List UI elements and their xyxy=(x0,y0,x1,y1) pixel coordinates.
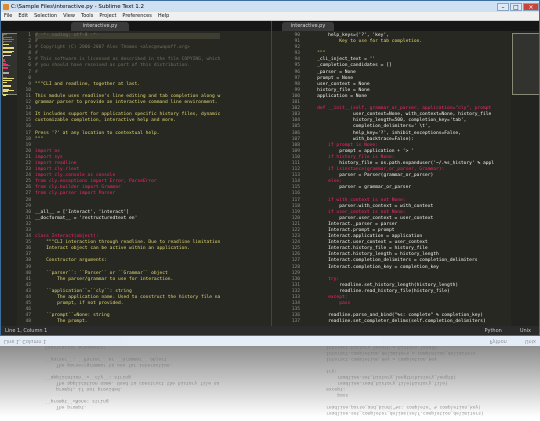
minimap-line xyxy=(3,79,13,81)
code-line[interactable]: readline.set_completer_delims(self.compl… xyxy=(306,319,494,325)
menu-file[interactable]: File xyxy=(1,13,15,19)
right-tab-strip: interactive.py xyxy=(272,21,539,31)
right-pane: interactive.py 90 91 92 93 94 95 96 97 98 99 100 10… xyxy=(272,21,539,326)
reflected-code: The prompt. ``prompt``=None: string prom… xyxy=(0,346,540,421)
close-button[interactable]: × xyxy=(523,2,539,11)
left-code-area[interactable]: # -*- coding: utf-8 -*- # # Copyright (C) … xyxy=(35,33,221,326)
status-bar: Line 1, Column 1 Python Unix xyxy=(1,326,539,335)
menu-preferences[interactable]: Preferences xyxy=(119,13,154,19)
left-pane: interactive.py 1 2 3 4 5 6 7 8 9 10 11 12 13 14 15 16 17… xyxy=(1,21,272,326)
left-line-gutter: 1 2 3 4 5 6 7 8 9 10 11 12 13 14 15 16 17 18 19 20 21 22 23 24 2… xyxy=(17,31,33,326)
cursor-position: Line 1, Column 1 xyxy=(5,327,48,334)
reflected-syntax: Python xyxy=(489,338,507,344)
right-minimap-viewport[interactable] xyxy=(512,33,539,95)
reflected-line-endings: Unix xyxy=(524,338,536,344)
left-tab-strip: interactive.py xyxy=(1,21,271,31)
reflected-right-code: readline.set_completer_delims(self.compl… xyxy=(326,346,484,415)
maximize-button[interactable]: □ xyxy=(510,2,522,11)
code-line[interactable]: The prompt. xyxy=(35,319,220,325)
app-icon xyxy=(3,3,9,10)
minimize-button[interactable]: – xyxy=(497,2,509,11)
menu-edit[interactable]: Edit xyxy=(15,13,31,19)
menu-help[interactable]: Help xyxy=(155,13,172,19)
minimap-line xyxy=(3,48,14,50)
minimap-line xyxy=(3,82,8,84)
code-line[interactable]: grammar parser to provide an interactive… xyxy=(35,100,220,106)
minimap-line xyxy=(3,95,7,97)
editor-panes: interactive.py 1 2 3 4 5 6 7 8 9 10 11 12 13 14 15 16 17… xyxy=(1,21,539,326)
minimap-line xyxy=(3,67,8,69)
reflected-status-bar: Line 1, Column 1 Python Unix xyxy=(0,336,540,346)
minimap-line xyxy=(3,86,12,87)
minimap-line xyxy=(3,52,12,54)
window-controls: – □ × xyxy=(496,2,539,11)
line-number: 137 xyxy=(291,319,300,325)
syntax-selector[interactable]: Python xyxy=(484,328,501,334)
minimap-line xyxy=(3,36,13,38)
reflected-left-code: The prompt. ``prompt``=None: string prom… xyxy=(45,346,220,409)
menu-tools[interactable]: Tools xyxy=(78,13,96,19)
minimap-line xyxy=(3,40,13,42)
minimap-line xyxy=(3,34,7,35)
menu-view[interactable]: View xyxy=(60,13,78,19)
menu-bar: File Edit Selection View Tools Project P… xyxy=(1,12,539,21)
minimap-line xyxy=(3,91,9,93)
tab-interactive-left[interactable]: interactive.py xyxy=(71,22,129,31)
window-title: C:\Sample Files\interactive.py - Sublime… xyxy=(11,3,144,10)
line-number: 48 xyxy=(25,319,31,325)
line-endings-selector[interactable]: Unix xyxy=(520,328,531,334)
left-minimap[interactable] xyxy=(1,31,18,326)
menu-project[interactable]: Project xyxy=(96,13,119,19)
reflected-cursor-position: Line 1, Column 1 xyxy=(4,338,47,344)
right-code-area[interactable]: help_keys=('?', 'key', Key to use for ta… xyxy=(306,33,494,326)
title-bar: C:\Sample Files\interactive.py - Sublime… xyxy=(1,1,539,12)
right-minimap[interactable] xyxy=(511,31,539,326)
code-line[interactable]: Interact.completion_delimiters = complet… xyxy=(306,258,494,264)
window-reflection: Line 1, Column 1 Python Unix The prompt.… xyxy=(0,336,540,421)
minimap-line xyxy=(3,73,10,74)
minimap-line xyxy=(3,44,10,46)
right-line-gutter: 90 91 92 93 94 95 96 97 98 99 100 101 102 103 104 105 10… xyxy=(272,31,302,326)
menu-selection[interactable]: Selection xyxy=(31,13,60,19)
editor-window: C:\Sample Files\interactive.py - Sublime… xyxy=(0,0,540,336)
minimap-line xyxy=(3,54,11,56)
minimap-line xyxy=(3,56,4,58)
tab-interactive-right[interactable]: interactive.py xyxy=(282,22,334,31)
